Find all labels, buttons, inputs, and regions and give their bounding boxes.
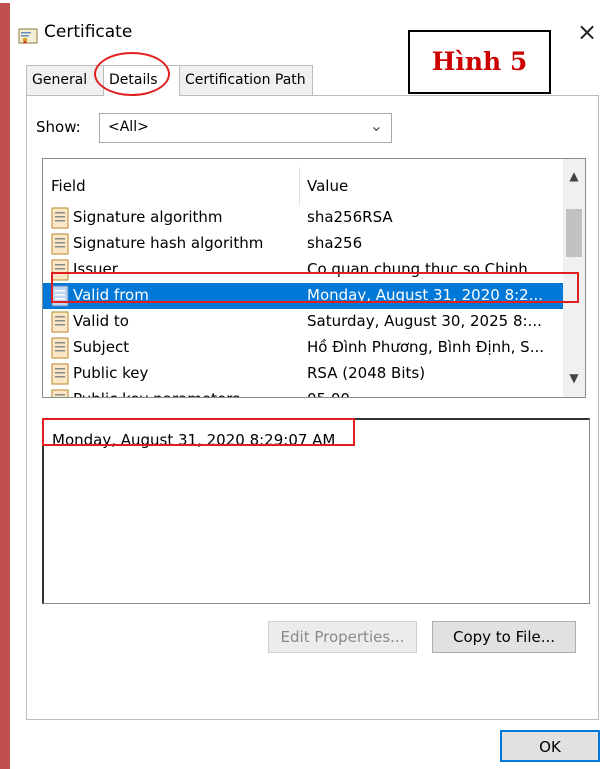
list-item[interactable]: Public key parameters 05 00 [43, 387, 563, 397]
certificate-icon [18, 28, 38, 44]
show-dropdown[interactable]: <All> ⌄ [99, 113, 392, 143]
detail-highlight-box [42, 418, 355, 446]
scroll-up-arrow-icon[interactable]: ▲ [563, 169, 585, 189]
list-item[interactable]: Public key RSA (2048 Bits) [43, 361, 563, 387]
tab-certification-path[interactable]: Certification Path [179, 65, 313, 95]
tab-general[interactable]: General [26, 65, 104, 95]
row-field: Valid to [73, 312, 129, 330]
field-doc-icon [51, 233, 69, 255]
ok-button[interactable]: OK [500, 730, 600, 762]
row-value: RSA (2048 Bits) [307, 364, 426, 382]
field-doc-icon [51, 311, 69, 333]
field-doc-icon [51, 207, 69, 229]
column-divider [299, 167, 300, 205]
field-doc-icon [51, 363, 69, 385]
show-dropdown-value: <All> [108, 119, 149, 135]
show-label: Show: [36, 118, 81, 136]
row-field: Signature algorithm [73, 208, 223, 226]
close-button[interactable]: × [571, 16, 603, 48]
row-field: Public key [73, 364, 149, 382]
window-title: Certificate [44, 22, 133, 42]
left-border-decoration [0, 0, 10, 769]
list-item[interactable]: Signature algorithm sha256RSA [43, 205, 563, 231]
row-value: sha256 [307, 234, 363, 252]
row-value: 05 00 [307, 390, 561, 397]
edit-properties-button[interactable]: Edit Properties... [268, 621, 417, 653]
list-header: Field Value [43, 159, 563, 205]
chevron-down-icon: ⌄ [369, 116, 383, 135]
row-value: Hồ Đình Phương, Bình Định, S... [307, 338, 545, 356]
column-header-field[interactable]: Field [51, 177, 86, 195]
details-tab-highlight-ellipse [94, 52, 170, 96]
list-item[interactable]: Valid to Saturday, August 30, 2025 8:... [43, 309, 563, 335]
field-doc-icon [51, 337, 69, 359]
copy-to-file-button[interactable]: Copy to File... [432, 621, 576, 653]
column-header-value[interactable]: Value [307, 177, 348, 195]
scroll-down-arrow-icon[interactable]: ▼ [563, 371, 585, 391]
row-field: Subject [73, 338, 130, 356]
valid-from-highlight-box [51, 272, 579, 303]
figure-label: Hình 5 [431, 47, 528, 76]
row-value: Saturday, August 30, 2025 8:... [307, 312, 542, 330]
list-item[interactable]: Signature hash algorithm sha256 [43, 231, 563, 257]
row-field: Public key parameters [73, 390, 240, 397]
certificate-dialog: Certificate × Hình 5 General Details Cer… [10, 0, 611, 769]
row-field: Signature hash algorithm [73, 234, 264, 252]
row-value: sha256RSA [307, 208, 393, 226]
scroll-thumb[interactable] [566, 209, 582, 257]
figure-label-box: Hình 5 [408, 30, 551, 94]
field-doc-icon [51, 389, 69, 397]
list-item[interactable]: Subject Hồ Đình Phương, Bình Định, S... [43, 335, 563, 361]
